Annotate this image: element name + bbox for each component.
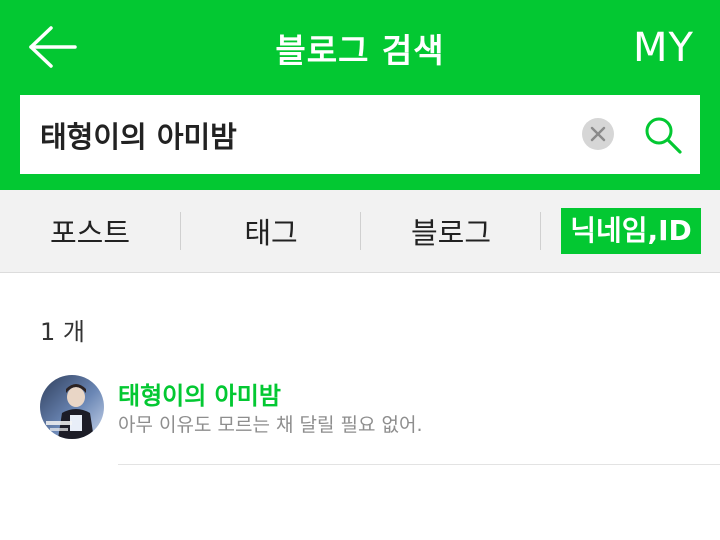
top-bar: 블로그 검색 MY <box>0 0 720 190</box>
tab-blog[interactable]: 블로그 <box>361 190 541 272</box>
search-icon <box>645 117 682 154</box>
back-arrow-icon <box>29 26 77 68</box>
close-icon <box>590 126 606 142</box>
tab-tag-label: 태그 <box>244 216 298 250</box>
page-title: 블로그 검색 <box>275 31 445 70</box>
search-input[interactable] <box>40 95 580 174</box>
my-button[interactable]: MY <box>633 24 694 72</box>
back-button[interactable] <box>22 22 82 72</box>
result-title: 태형이의 아미밤 <box>118 382 281 410</box>
divider <box>118 464 720 465</box>
tab-post[interactable]: 포스트 <box>0 190 180 272</box>
result-description: 아무 이유도 모르는 채 달릴 필요 없어. <box>118 414 423 436</box>
search-button[interactable] <box>640 112 686 158</box>
tab-nickname-id[interactable]: 닉네임,ID <box>541 190 720 272</box>
tab-nickname-id-label: 닉네임,ID <box>561 208 701 254</box>
result-count: 1 개 <box>40 318 85 346</box>
avatar-image <box>40 375 104 439</box>
clear-search-button[interactable] <box>582 118 614 150</box>
search-box <box>20 95 700 174</box>
nav-row: 블로그 검색 MY <box>0 0 720 92</box>
search-tabs: 포스트 태그 블로그 닉네임,ID <box>0 190 720 273</box>
tab-post-label: 포스트 <box>49 216 131 250</box>
avatar <box>40 375 104 439</box>
tab-blog-label: 블로그 <box>410 216 492 250</box>
list-item[interactable]: 태형이의 아미밤 아무 이유도 모르는 채 달릴 필요 없어. <box>0 372 720 467</box>
tab-tag[interactable]: 태그 <box>181 190 361 272</box>
